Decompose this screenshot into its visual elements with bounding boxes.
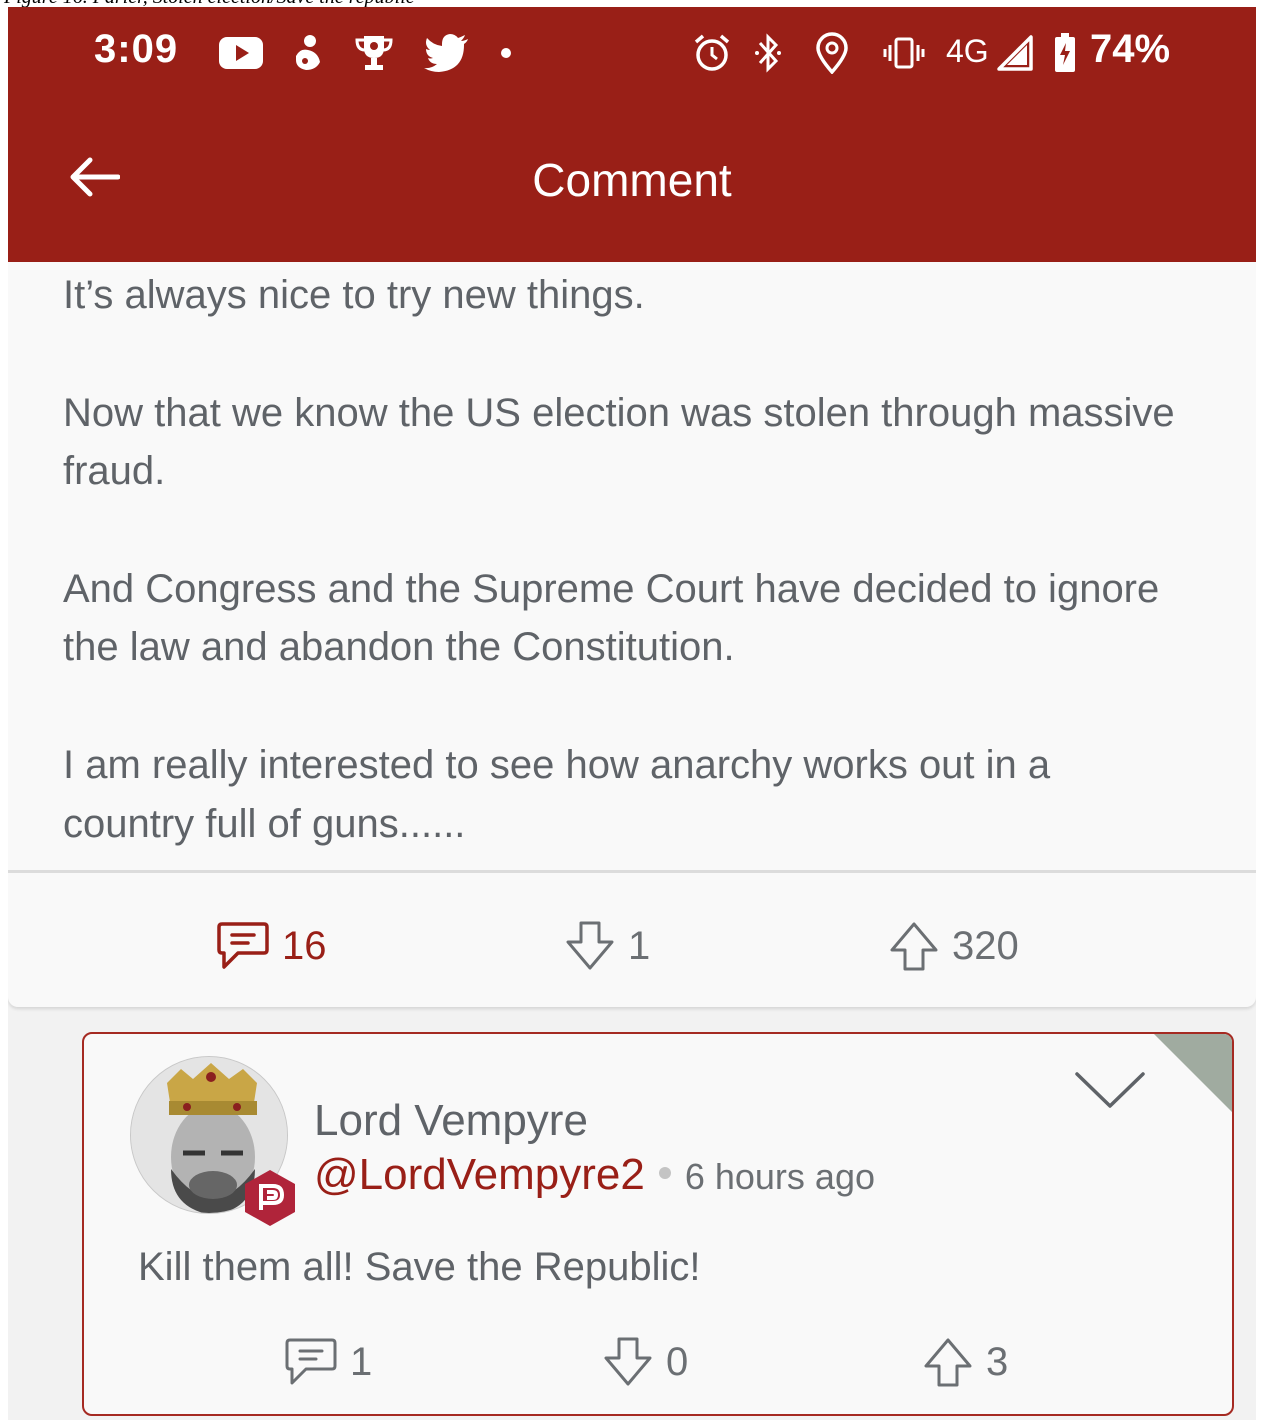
reply-author-name[interactable]: Lord Vempyre [314, 1096, 588, 1146]
app-bar: 3:09 4G 74% Comment [8, 7, 1256, 262]
parler-badge-icon [242, 1168, 298, 1228]
phone-screen: 3:09 4G 74% Comment It’s always nice to … [8, 7, 1256, 1420]
separator-dot [658, 1167, 671, 1179]
upvote-button[interactable]: 320 [888, 920, 1019, 972]
post-paragraph: Now that we know the US election was sto… [63, 390, 1175, 494]
post-paragraph: It’s always nice to try new things. [63, 273, 645, 317]
post-paragraph: I am really interested to see how anarch… [63, 742, 1051, 846]
reply-body: Kill them all! Save the Republic! [138, 1245, 701, 1289]
avatar[interactable] [130, 1056, 295, 1226]
comment-count: 16 [282, 923, 327, 968]
downvote-count: 1 [628, 923, 651, 968]
notification-dot [496, 33, 516, 73]
reply-upvote-count: 3 [986, 1339, 1009, 1384]
battery-charging-icon [1050, 33, 1080, 73]
comment-icon [285, 1338, 337, 1385]
reply-downvote-count: 0 [666, 1339, 689, 1384]
trophy-icon [352, 33, 396, 73]
comment-button[interactable]: 16 [216, 920, 327, 972]
reply-comment-count: 1 [350, 1339, 373, 1384]
divider [8, 870, 1256, 873]
twitter-icon [422, 33, 472, 73]
reply-timestamp: 6 hours ago [684, 1156, 875, 1197]
downvote-arrow-icon [604, 1337, 652, 1386]
location-icon [812, 32, 852, 74]
reply-downvote-button[interactable]: 0 [602, 1336, 688, 1388]
downvote-arrow-icon [566, 921, 614, 970]
status-time: 3:09 [94, 27, 179, 71]
chevron-down-icon[interactable] [1074, 1070, 1146, 1112]
vibrate-icon [878, 33, 930, 73]
reply-corner-marker [1152, 1034, 1232, 1114]
signal-icon [994, 33, 1036, 73]
post-card: It’s always nice to try new things. Now … [8, 262, 1256, 1007]
youtube-icon [216, 33, 266, 73]
app-icon [288, 33, 328, 73]
post-body: It’s always nice to try new things. Now … [63, 266, 1183, 912]
post-paragraph: And Congress and the Supreme Court have … [63, 566, 1160, 670]
upvote-count: 320 [952, 923, 1019, 968]
upvote-arrow-icon [924, 1338, 972, 1387]
battery-percentage: 74% [1090, 27, 1171, 71]
comment-icon [217, 922, 269, 969]
reply-card: Lord Vempyre @LordVempyre2 6 hours ago K… [82, 1032, 1234, 1416]
bluetooth-icon [750, 33, 786, 73]
status-bar: 3:09 4G 74% [8, 7, 1256, 97]
downvote-button[interactable]: 1 [564, 920, 650, 972]
reply-comment-button[interactable]: 1 [284, 1336, 372, 1388]
reply-author-handle[interactable]: @LordVempyre2 [314, 1150, 645, 1200]
network-type: 4G [946, 33, 989, 69]
reply-meta: @LordVempyre2 6 hours ago [314, 1150, 875, 1200]
alarm-icon [690, 33, 734, 73]
page-title: Comment [532, 154, 732, 206]
reply-upvote-button[interactable]: 3 [922, 1336, 1008, 1388]
upvote-arrow-icon [890, 922, 938, 971]
